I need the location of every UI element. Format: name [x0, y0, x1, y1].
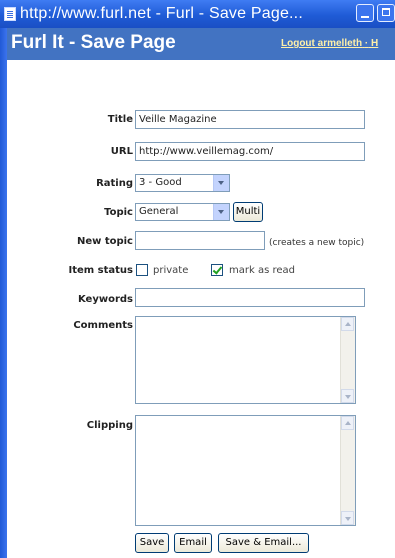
scroll-down-icon[interactable]	[341, 389, 354, 403]
chevron-down-icon[interactable]	[213, 175, 229, 191]
title-input[interactable]: Veille Magazine	[135, 110, 365, 129]
email-button[interactable]: Email	[174, 533, 212, 553]
window-frame	[0, 28, 7, 558]
topic-label: Topic	[104, 207, 133, 218]
scroll-up-icon[interactable]	[341, 416, 354, 430]
comments-scrollbar[interactable]	[340, 317, 355, 403]
comments-textarea[interactable]	[135, 316, 356, 404]
topic-select[interactable]: General	[135, 203, 230, 221]
url-input[interactable]: http://www.veillemag.com/	[135, 142, 365, 161]
more-link[interactable]: H	[371, 38, 378, 49]
scroll-up-icon[interactable]	[341, 317, 354, 331]
topic-selected: General	[139, 206, 179, 217]
multi-button[interactable]: Multi	[233, 202, 263, 222]
new-topic-label: New topic	[76, 236, 133, 247]
minimize-icon[interactable]	[356, 4, 374, 22]
save-button[interactable]: Save	[135, 533, 169, 553]
rating-selected: 3 - Good	[139, 177, 182, 188]
keywords-label: Keywords	[77, 294, 133, 305]
scroll-down-icon[interactable]	[341, 511, 354, 525]
window-titlebar: http://www.furl.net - Furl - Save Page..…	[0, 0, 395, 28]
clipping-textarea[interactable]	[135, 415, 356, 526]
new-topic-hint: (creates a new topic)	[269, 238, 365, 248]
rating-label: Rating	[96, 178, 133, 189]
title-label: Title	[107, 114, 133, 125]
url-label: URL	[110, 146, 133, 157]
window-title: http://www.furl.net - Furl - Save Page..…	[20, 5, 303, 22]
new-topic-input[interactable]	[135, 231, 265, 250]
mark-as-read-checkbox[interactable]	[211, 264, 223, 276]
maximize-icon[interactable]	[377, 4, 395, 22]
comments-label: Comments	[73, 320, 133, 331]
private-label: private	[153, 265, 189, 276]
clipping-scrollbar[interactable]	[340, 416, 355, 525]
logout-link[interactable]: Logout armelleth · H	[281, 38, 378, 49]
page-header: Furl It - Save Page Logout armelleth · H	[7, 28, 395, 60]
logout-link-label[interactable]: Logout armelleth	[281, 38, 362, 49]
chevron-down-icon[interactable]	[213, 204, 229, 220]
clipping-label: Clipping	[86, 420, 133, 431]
document-icon	[4, 7, 16, 21]
rating-select[interactable]: 3 - Good	[135, 174, 230, 192]
item-status-label: Item status	[68, 265, 133, 276]
link-separator: ·	[364, 38, 369, 49]
private-checkbox[interactable]	[136, 264, 148, 276]
mark-as-read-label: mark as read	[229, 265, 295, 276]
keywords-input[interactable]	[135, 288, 365, 307]
page-title: Furl It - Save Page	[11, 32, 176, 53]
save-email-button[interactable]: Save & Email...	[218, 533, 309, 553]
